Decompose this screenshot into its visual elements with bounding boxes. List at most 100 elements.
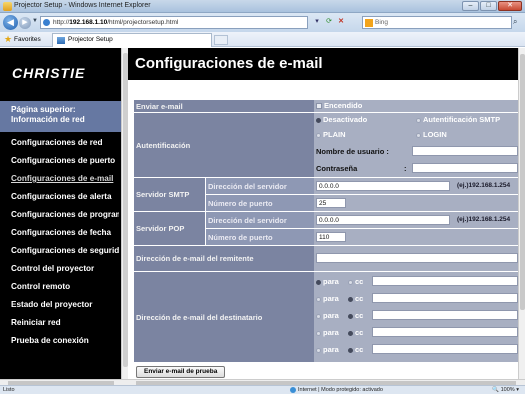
auth-plain-radio[interactable]: PLAIN xyxy=(316,130,346,139)
recipient-4-input[interactable] xyxy=(372,327,518,337)
close-button[interactable]: ✕ xyxy=(498,1,522,11)
sidebar-item-reset[interactable]: Reiniciar red xyxy=(11,314,119,332)
recipient-4-cc-radio[interactable]: cc xyxy=(348,328,363,337)
auth-smtp-radio[interactable]: Autentificación SMTP xyxy=(416,115,500,124)
recipient-1-para-radio[interactable]: para xyxy=(316,277,339,286)
search-icon[interactable]: ⌕ xyxy=(513,17,517,27)
username-label: Nombre de usuario : xyxy=(316,147,389,156)
page-header: Configuraciones de e-mail xyxy=(128,48,520,80)
recipient-label: Dirección de e-mail del destinatario xyxy=(134,272,314,362)
maximize-button[interactable]: □ xyxy=(480,1,497,11)
pop-address-input[interactable] xyxy=(316,215,450,225)
checkbox-icon xyxy=(316,103,322,110)
password-label: Contraseña xyxy=(316,164,358,173)
christie-logo: CHRISTIE xyxy=(12,65,86,81)
sidebar-item-network[interactable]: Configuraciones de red xyxy=(11,134,119,152)
new-tab-button[interactable] xyxy=(214,35,228,45)
recipient-2-para-radio[interactable]: para xyxy=(316,294,339,303)
smtp-port-cell xyxy=(314,195,520,211)
url-host: 192.168.1.10 xyxy=(69,19,108,26)
radio-icon xyxy=(316,330,321,336)
recipient-5-cc-radio[interactable]: cc xyxy=(348,345,363,354)
recipient-3-para-radio[interactable]: para xyxy=(316,311,339,320)
page-title: Configuraciones de e-mail xyxy=(135,55,323,72)
sidebar-item-alert[interactable]: Configuraciones de alerta xyxy=(11,188,119,206)
send-test-email-button[interactable]: Enviar e-mail de prueba xyxy=(136,366,226,378)
recipient-cell: para cc para cc para cc para cc para cc xyxy=(314,272,520,362)
sidebar-item-email[interactable]: Configuraciones de e-mail xyxy=(11,170,119,188)
sidebar-item-port[interactable]: Configuraciones de puerto xyxy=(11,152,119,170)
main-scroll-thumb[interactable] xyxy=(520,54,525,310)
recipient-row: para cc xyxy=(314,292,520,306)
recipient-3-cc-radio[interactable]: cc xyxy=(348,311,363,320)
favorites-bar: ★ Favorites Projector Setup xyxy=(0,32,525,47)
sidebar-item-top-page[interactable]: Página superior: Información de red xyxy=(0,101,121,132)
sidebar-scrollbar[interactable] xyxy=(121,48,128,379)
minimize-button[interactable]: – xyxy=(462,1,479,11)
smtp-example: (ej.)192.168.1.254 xyxy=(457,182,511,189)
recipient-3-input[interactable] xyxy=(372,310,518,320)
sidebar-item-schedule[interactable]: Configuraciones de programación xyxy=(11,206,119,224)
history-dropdown-icon[interactable]: ▼ xyxy=(32,18,38,24)
compatibility-icon[interactable]: ▾ xyxy=(312,16,322,28)
tab-projector-setup[interactable]: Projector Setup xyxy=(52,33,212,47)
recipient-5-input[interactable] xyxy=(372,344,518,354)
sidebar: CHRISTIE Página superior: Información de… xyxy=(0,48,121,379)
url-prefix: http:// xyxy=(53,19,70,26)
forward-button[interactable]: ▶ xyxy=(19,17,31,29)
auth-off-radio[interactable]: Desactivado xyxy=(316,115,367,124)
auth-plain-label: PLAIN xyxy=(323,130,346,139)
ie-icon xyxy=(3,2,12,11)
smtp-address-cell: (ej.)192.168.1.254 xyxy=(314,178,520,194)
radio-selected-icon xyxy=(316,279,321,285)
recipient-4-para-radio[interactable]: para xyxy=(316,328,339,337)
sender-input[interactable] xyxy=(316,253,518,263)
favorites-star-icon[interactable]: ★ xyxy=(4,34,12,45)
sidebar-item-status[interactable]: Estado del proyector xyxy=(11,296,119,314)
radio-selected-icon xyxy=(316,117,321,123)
password-colon: : xyxy=(404,164,407,173)
sidebar-item-date[interactable]: Configuraciones de fecha xyxy=(11,224,119,242)
pop-port-input[interactable] xyxy=(316,232,346,242)
auth-label: Autentificación xyxy=(134,113,314,177)
sidebar-item-security[interactable]: Configuraciones de seguridad xyxy=(11,242,119,260)
security-zone: Internet | Modo protegido: activado xyxy=(290,386,383,394)
recipient-5-para-radio[interactable]: para xyxy=(316,345,339,354)
send-email-checkbox[interactable]: Encendido xyxy=(316,101,362,110)
radio-icon xyxy=(348,279,353,285)
zoom-level[interactable]: 🔍 100% ▾ xyxy=(492,386,519,394)
auth-login-radio[interactable]: LOGIN xyxy=(416,130,447,139)
smtp-label: Servidor SMTP xyxy=(134,178,205,211)
tab-title: Projector Setup xyxy=(68,36,113,43)
para-label: para xyxy=(323,345,339,354)
search-input[interactable]: Bing xyxy=(362,16,512,29)
window-titlebar: Projector Setup - Windows Internet Explo… xyxy=(0,0,525,13)
recipient-2-input[interactable] xyxy=(372,293,518,303)
recipient-1-input[interactable] xyxy=(372,276,518,286)
main-scrollbar[interactable] xyxy=(518,48,525,379)
username-input[interactable] xyxy=(412,146,518,156)
favorites-button[interactable]: Favorites xyxy=(14,36,41,43)
sidebar-item-remote[interactable]: Control remoto xyxy=(11,278,119,296)
recipient-row: para cc xyxy=(314,275,520,289)
radio-icon xyxy=(416,117,421,123)
recipient-2-cc-radio[interactable]: cc xyxy=(348,294,363,303)
refresh-icon[interactable]: ⟳ xyxy=(324,16,334,28)
back-button[interactable]: ◀ xyxy=(3,15,18,30)
address-input[interactable]: http://192.168.1.10/html/projectorsetup.… xyxy=(40,16,308,29)
auth-smtp-label: Autentificación SMTP xyxy=(423,115,501,124)
smtp-address-input[interactable] xyxy=(316,181,450,191)
password-input[interactable] xyxy=(412,163,518,173)
smtp-port-input[interactable] xyxy=(316,198,346,208)
recipient-row: para cc xyxy=(314,309,520,323)
stop-icon[interactable]: ✕ xyxy=(336,16,346,28)
sidebar-item-connection-test[interactable]: Prueba de conexión xyxy=(11,332,119,350)
smtp-port-label: Número de puerto xyxy=(206,195,314,211)
sidebar-item-projector-control[interactable]: Control del proyector xyxy=(11,260,119,278)
recipient-row: para cc xyxy=(314,343,520,357)
recipient-1-cc-radio[interactable]: cc xyxy=(348,277,363,286)
send-email-label: Enviar e-mail xyxy=(134,100,314,112)
para-label: para xyxy=(323,294,339,303)
auth-cell: Desactivado Autentificación SMTP PLAIN L… xyxy=(314,113,520,177)
radio-icon xyxy=(416,132,421,138)
